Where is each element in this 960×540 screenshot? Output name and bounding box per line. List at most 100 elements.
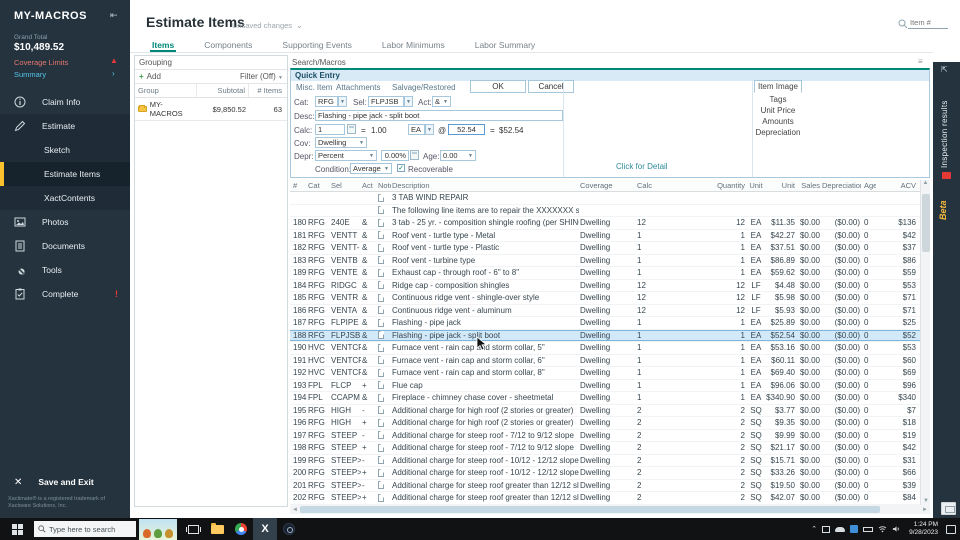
scrollbar-thumb[interactable] <box>300 506 880 513</box>
table-row[interactable]: 191HVC VENTCP6& Furnace vent - rain cap an… <box>290 355 920 367</box>
horizontal-scrollbar[interactable]: ◄ ► <box>290 505 930 514</box>
save-and-exit-button[interactable]: ✕ Save and Exit <box>0 470 130 494</box>
note-icon[interactable] <box>378 206 384 215</box>
unit-price-input[interactable]: 52.54 <box>448 124 485 135</box>
sel-input[interactable]: FLPJSB <box>368 96 404 107</box>
note-icon[interactable] <box>378 406 384 415</box>
table-row[interactable]: 193 FPL FLCP + Flue cap Dwelling 1 1 EA $96.06 $0.… <box>290 380 920 392</box>
table-row[interactable]: 189 RFG VENTE & Exhaust cap - through roof -… <box>290 267 920 280</box>
table-row[interactable]: 195 RFG HIGH - Additional charge for high ro… <box>290 405 920 417</box>
detail-tab-depreciation[interactable]: Depreciation <box>752 128 804 137</box>
note-icon[interactable] <box>378 281 384 290</box>
table-row[interactable]: 197 RFG STEEP - Additional charge for steep … <box>290 430 920 442</box>
sidebar-item-tools[interactable]: Tools <box>0 258 130 282</box>
salvage-restored-link[interactable]: Salvage/Restored <box>392 83 456 92</box>
add-group-button[interactable]: + Add <box>139 72 161 81</box>
action-center-icon[interactable] <box>946 524 956 534</box>
desc-input[interactable]: Flashing - pipe jack - split boot <box>315 110 563 121</box>
note-icon[interactable] <box>378 381 384 390</box>
note-icon[interactable] <box>378 231 384 240</box>
speaker-icon[interactable] <box>892 525 901 533</box>
note-icon[interactable] <box>378 256 384 265</box>
detail-tab-item-image[interactable]: Item Image <box>754 80 802 93</box>
table-row[interactable]: 202RFGSTEEP>>+Additional charge for stee… <box>290 492 920 505</box>
table-row[interactable]: 199 RFG STEEP> - Additional charge for steep… <box>290 455 920 467</box>
note-icon[interactable] <box>378 493 384 502</box>
table-row[interactable]: 180 RFG 240E & 3 tab - 25 yr. - composition … <box>290 217 920 230</box>
note-icon[interactable] <box>378 306 384 315</box>
note-icon[interactable] <box>378 431 384 440</box>
col-header-coverage[interactable]: Coverage <box>579 180 636 191</box>
col-header-notes[interactable]: Notes <box>374 180 391 191</box>
tab-supporting-events[interactable]: Supporting Events <box>280 38 353 52</box>
display-tray-icon[interactable] <box>822 525 831 533</box>
unsaved-changes-indicator[interactable]: Unsaved changes ⌄ <box>232 21 303 30</box>
note-icon[interactable] <box>378 481 384 490</box>
sidebar-item-photos[interactable]: Photos <box>0 210 130 234</box>
sidebar-item-sketch[interactable]: Sketch <box>0 138 130 162</box>
app-tray-icon[interactable] <box>850 525 859 533</box>
click-for-detail-link[interactable]: Click for Detail <box>616 162 668 171</box>
tab-items[interactable]: Items <box>150 38 177 52</box>
table-row[interactable]: 183 RFG VENTB & Roof vent - turbine type Dwel… <box>290 255 920 267</box>
wifi-icon[interactable] <box>878 525 887 533</box>
sel-dropdown-button[interactable]: ▼ <box>404 96 413 107</box>
col-header-act[interactable]: Act <box>361 180 374 191</box>
table-row[interactable]: 184 RFG RIDGC & Ridge cap - composition shin… <box>290 280 920 292</box>
cat-input[interactable]: RFG <box>315 96 338 107</box>
sidebar-item-complete[interactable]: Complete ! <box>0 282 130 306</box>
note-icon[interactable] <box>378 268 384 277</box>
detail-tab-tags[interactable]: Tags <box>754 95 802 104</box>
recoverable-checkbox[interactable]: ✓ <box>397 164 405 172</box>
col-header-quantity[interactable]: Quantity <box>715 180 746 191</box>
act-select[interactable]: & ▼ <box>432 96 451 107</box>
condition-select[interactable]: Average ▼ <box>350 163 392 174</box>
note-icon[interactable] <box>378 293 384 302</box>
note-icon[interactable] <box>378 193 384 202</box>
group-row[interactable]: MY-MACROS $9,850.52 63 <box>135 98 287 121</box>
depreciation-pct-input[interactable]: 0.00% <box>381 150 409 161</box>
table-row[interactable]: 200 RFG STEEP> + Additional charge for steep… <box>290 467 920 480</box>
sidebar-item-claim-info[interactable]: Claim Info <box>0 90 130 114</box>
sidebar-item-xactcontents[interactable]: XactContents <box>0 186 130 210</box>
filter-dropdown[interactable]: Filter (Off) ▼ <box>240 72 283 81</box>
note-icon[interactable] <box>378 418 384 427</box>
news-and-interests-widget[interactable] <box>139 518 177 540</box>
note-icon[interactable] <box>378 393 384 402</box>
table-row[interactable]: 192HVC VENTCP8& Furnace vent - rain cap an… <box>290 367 920 380</box>
tab-labor-summary[interactable]: Labor Summary <box>473 38 537 52</box>
table-row[interactable]: 182 RFG VENTT- & Roof vent - turtle type - P… <box>290 242 920 255</box>
calc-input[interactable]: 1 <box>315 124 345 135</box>
scrollbar-thumb[interactable] <box>922 194 930 252</box>
file-explorer-button[interactable] <box>205 518 229 540</box>
note-icon[interactable] <box>378 343 384 352</box>
onedrive-icon[interactable] <box>835 526 846 532</box>
items-column-header[interactable]: # Items <box>249 84 285 97</box>
age-select[interactable]: 0.00 ▼ <box>440 150 476 161</box>
unit-dropdown-button[interactable]: ▼ <box>425 124 434 135</box>
xactimate-app-button[interactable]: X <box>253 518 277 540</box>
subtotal-column-header[interactable]: Subtotal <box>197 84 249 97</box>
cat-dropdown-button[interactable]: ▼ <box>338 96 347 107</box>
note-icon[interactable] <box>378 243 384 252</box>
coverage-limits-link[interactable]: Coverage Limits <box>14 58 68 67</box>
taskbar-clock[interactable]: 1:24 PM 9/28/2023 <box>906 521 941 537</box>
summary-link[interactable]: Summary <box>14 70 46 79</box>
unit-input[interactable]: EA <box>408 124 425 135</box>
collapse-sidebar-icon[interactable]: ⇤ <box>110 10 118 21</box>
table-row[interactable]: 201RFG STEEP>>- Additional charge for stee… <box>290 480 920 492</box>
inspection-results-tab[interactable]: Inspection results <box>940 84 949 168</box>
group-column-header[interactable]: Group <box>135 84 197 97</box>
detail-tab-unit-price[interactable]: Unit Price <box>754 106 802 115</box>
col-header-num[interactable]: # <box>290 180 307 191</box>
coverage-select[interactable]: Dwelling ▼ <box>315 137 367 148</box>
item-search-input[interactable] <box>908 17 948 29</box>
table-row[interactable]: 198 RFG STEEP + Additional charge for steep … <box>290 442 920 455</box>
table-row[interactable]: 188 RFG FLPJSB & Flashing - pipe jack - spli… <box>290 329 920 342</box>
table-row[interactable]: 185 RFG VENTR & Continuous ridge vent - shin… <box>290 292 920 305</box>
note-icon[interactable] <box>378 443 384 452</box>
vertical-scrollbar[interactable]: ▲ ▼ <box>920 180 930 505</box>
detail-tab-amounts[interactable]: Amounts <box>754 117 802 126</box>
battery-icon[interactable] <box>863 526 874 532</box>
taskbar-search[interactable]: Type here to search <box>34 521 136 537</box>
